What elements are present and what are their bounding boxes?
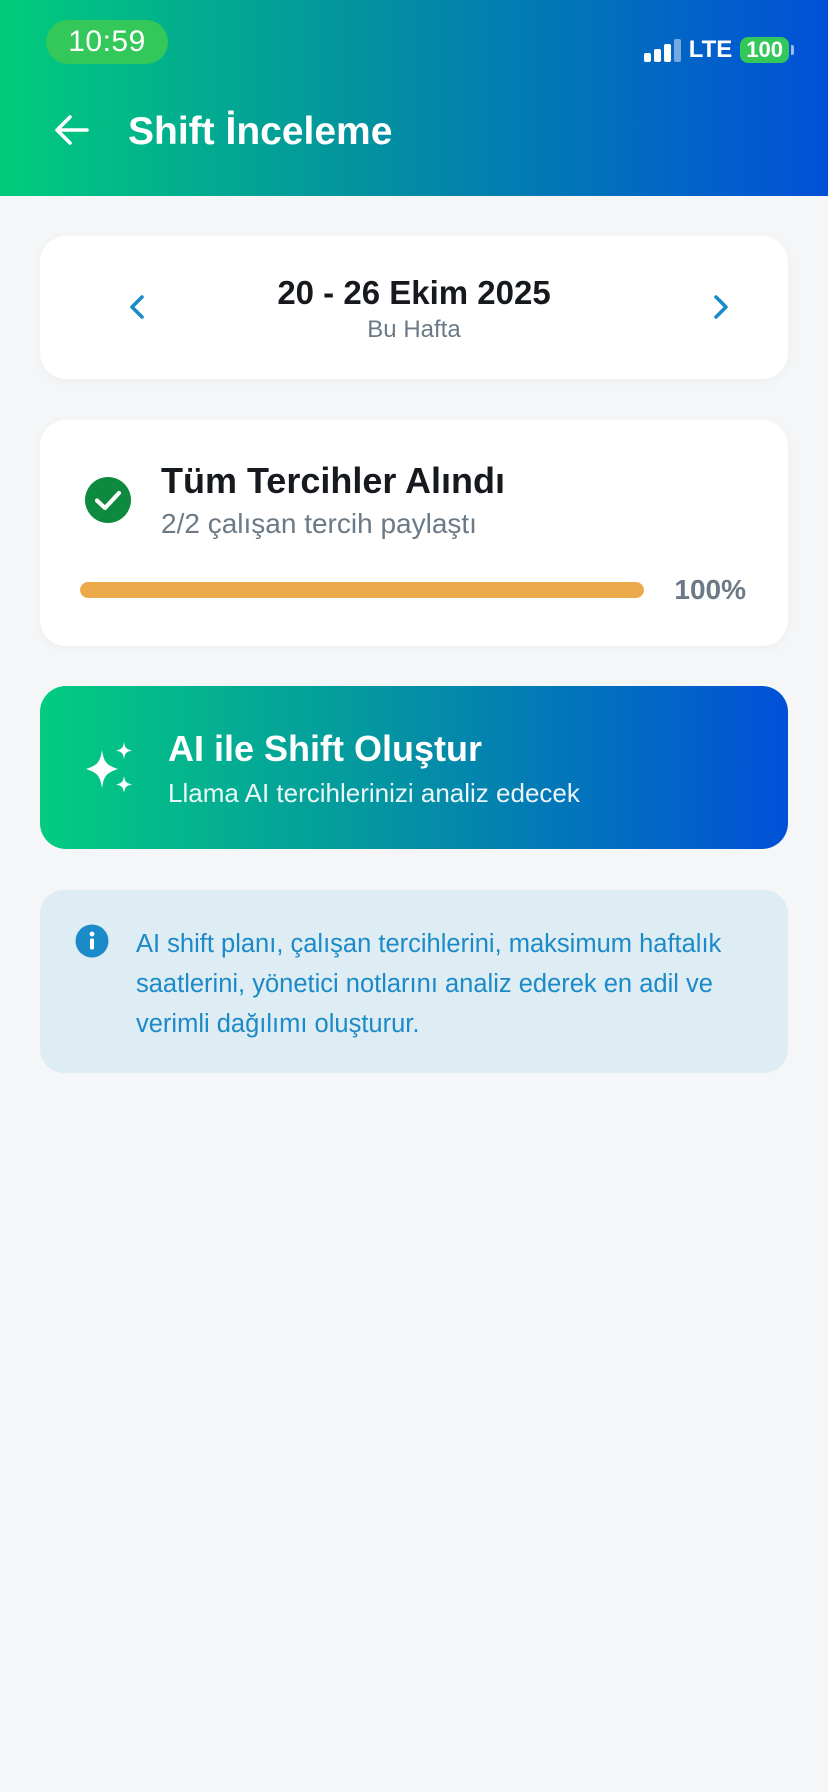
battery-tip — [791, 45, 794, 55]
ai-generate-shift-button[interactable]: AI ile Shift Oluştur Llama AI tercihleri… — [40, 686, 788, 849]
progress-percent: 100% — [674, 574, 746, 605]
info-text: AI shift planı, çalışan tercihlerini, ma… — [136, 930, 722, 1038]
page-title: Shift İnceleme — [128, 110, 393, 153]
back-button[interactable] — [48, 106, 96, 154]
battery-icon: 100 — [740, 37, 789, 63]
signal-icon — [643, 38, 681, 62]
week-range: 20 - 26 Ekim 2025 — [277, 274, 551, 311]
check-circle-icon — [85, 477, 131, 523]
preferences-subtitle: 2/2 çalışan tercih paylaştı — [161, 508, 477, 539]
sparkles-icon — [86, 742, 132, 793]
info-notice: AI shift planı, çalışan tercihlerini, ma… — [40, 890, 788, 1073]
next-week-button[interactable] — [696, 282, 746, 332]
preferences-status-card: Tüm Tercihler Alındı 2/2 çalışan tercih … — [40, 420, 788, 646]
progress-fill — [80, 582, 644, 598]
ai-button-subtitle: Llama AI tercihlerinizi analiz edecek — [168, 778, 580, 808]
network-type: LTE — [688, 36, 733, 63]
status-time: 10:59 — [46, 20, 168, 64]
preferences-title: Tüm Tercihler Alındı — [161, 460, 506, 501]
week-selector-card: 20 - 26 Ekim 2025 Bu Hafta — [40, 236, 788, 379]
info-icon — [75, 924, 109, 958]
status-indicators: LTE 100 — [643, 34, 794, 66]
arrow-left-icon — [55, 115, 89, 145]
progress-bar — [80, 582, 644, 598]
ai-button-title: AI ile Shift Oluştur — [168, 728, 483, 769]
app-header: 10:59 LTE 100 Shift İnceleme — [0, 0, 828, 196]
week-label: Bu Hafta — [367, 316, 461, 343]
chevron-right-icon — [714, 295, 728, 319]
